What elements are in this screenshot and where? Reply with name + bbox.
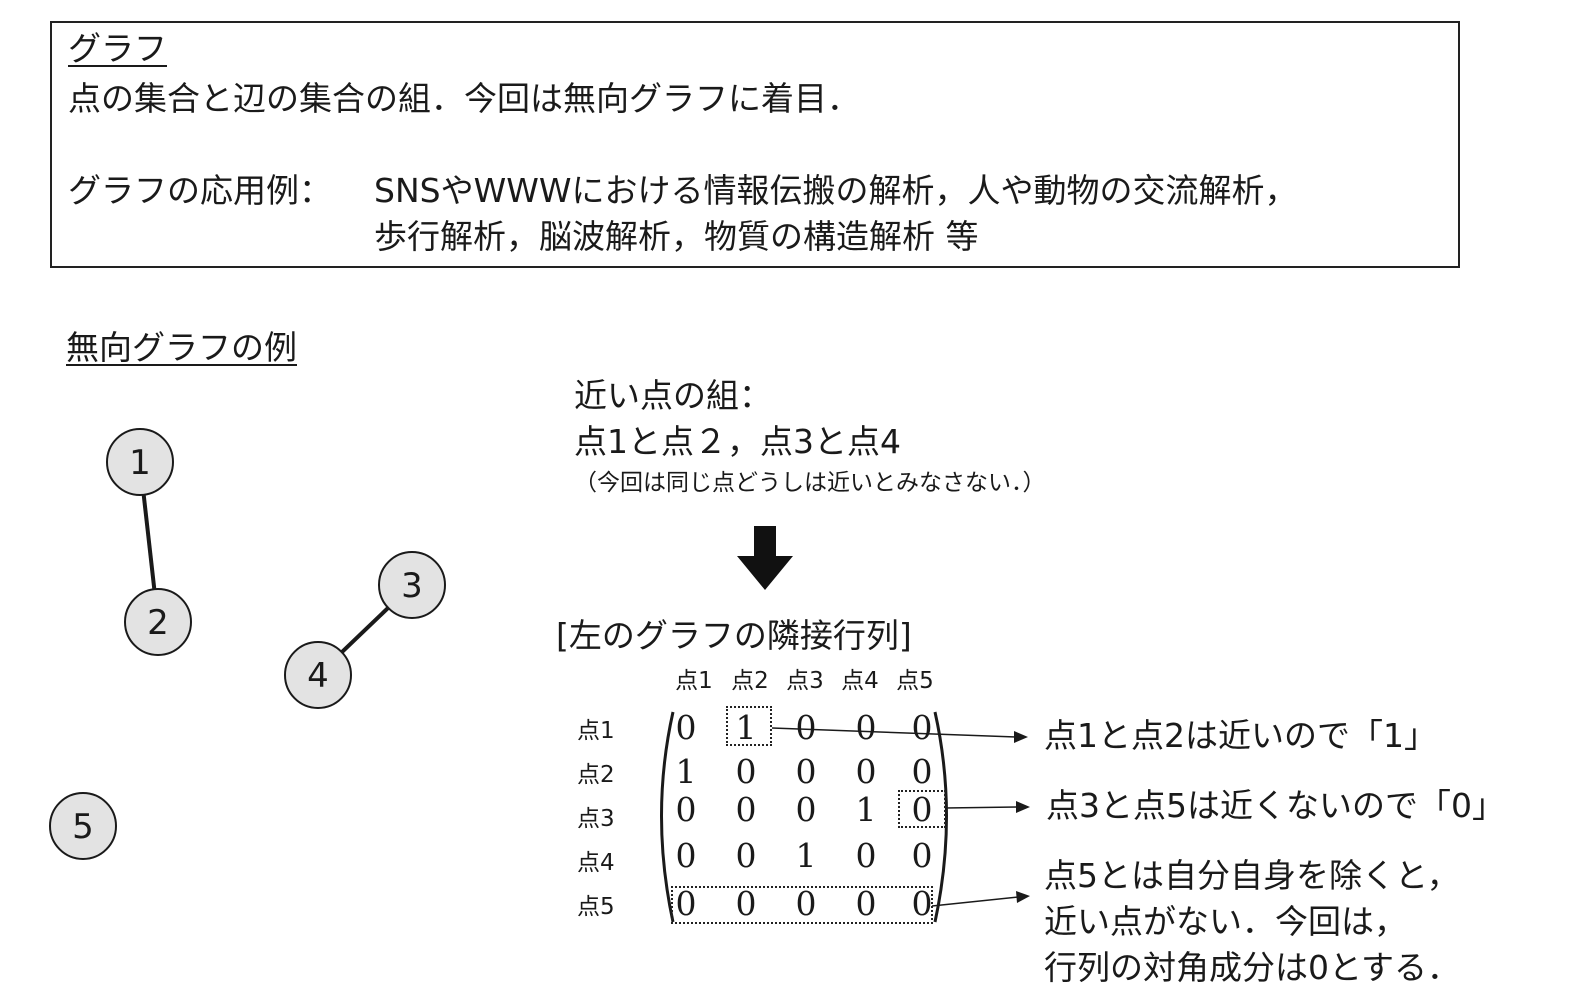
matrix-cell: 0 (675, 836, 697, 875)
node-label: 1 (129, 443, 151, 483)
arrow-a3 (931, 891, 1030, 907)
matrix-cell: 1 (795, 836, 817, 875)
matrix-col-header: 点3 (786, 668, 824, 694)
neighbors-title: 近い点の組： (574, 376, 772, 415)
node-2: 2 (124, 588, 192, 656)
node-label: 5 (72, 807, 94, 847)
matrix-cell: 1 (855, 790, 877, 829)
highlight-row-5 (671, 886, 933, 924)
down-arrow-icon (737, 526, 793, 590)
matrix-cell: 1 (675, 752, 697, 791)
matrix-cell: 0 (911, 836, 933, 875)
matrix-row-header: 点2 (577, 762, 615, 788)
matrix-row-header: 点3 (577, 806, 615, 832)
annotation-2: 点3と点5は近くないので「0」 (1046, 786, 1505, 825)
matrix-row-header: 点4 (577, 850, 615, 876)
neighbors-pairs: 点1と点２，点3と点4 (574, 422, 901, 461)
matrix-cell: 0 (795, 790, 817, 829)
highlight-cell-3-5 (898, 790, 946, 828)
arrow-a2 (944, 801, 1030, 813)
annotation-3-line3: 行列の対角成分は0とする． (1044, 948, 1461, 987)
node-5: 5 (49, 792, 117, 860)
neighbors-note: （今回は同じ点どうしは近いとみなさない．） (574, 470, 1046, 496)
annotation-3-line2: 近い点がない．今回は， (1044, 902, 1407, 941)
matrix-cell: 0 (735, 836, 757, 875)
matrix-row-header: 点5 (577, 894, 615, 920)
matrix-cell: 0 (911, 708, 933, 747)
matrix-title: [左のグラフの隣接行列] (556, 616, 912, 655)
matrix-col-header: 点4 (841, 668, 879, 694)
highlight-cell-1-2 (726, 706, 772, 746)
annotation-1: 点1と点2は近いので「1」 (1044, 716, 1437, 755)
node-label: 3 (401, 566, 423, 606)
matrix-col-header: 点1 (675, 668, 713, 694)
matrix-cell: 0 (735, 752, 757, 791)
node-1: 1 (106, 428, 174, 496)
matrix-cell: 0 (675, 708, 697, 747)
node-4: 4 (284, 641, 352, 709)
matrix-col-header: 点2 (731, 668, 769, 694)
node-label: 4 (307, 656, 329, 696)
matrix-row-header: 点1 (577, 718, 615, 744)
matrix-col-header: 点5 (896, 668, 934, 694)
matrix-cell: 0 (795, 752, 817, 791)
matrix-cell: 0 (855, 708, 877, 747)
node-label: 2 (147, 603, 169, 643)
matrix-cell: 0 (675, 790, 697, 829)
matrix-cell: 0 (911, 752, 933, 791)
matrix-cell: 0 (795, 708, 817, 747)
matrix-cell: 0 (855, 752, 877, 791)
matrix-cell: 0 (735, 790, 757, 829)
annotation-3-line1: 点5とは自分自身を除くと， (1044, 856, 1460, 895)
node-3: 3 (378, 551, 446, 619)
matrix-cell: 0 (855, 836, 877, 875)
